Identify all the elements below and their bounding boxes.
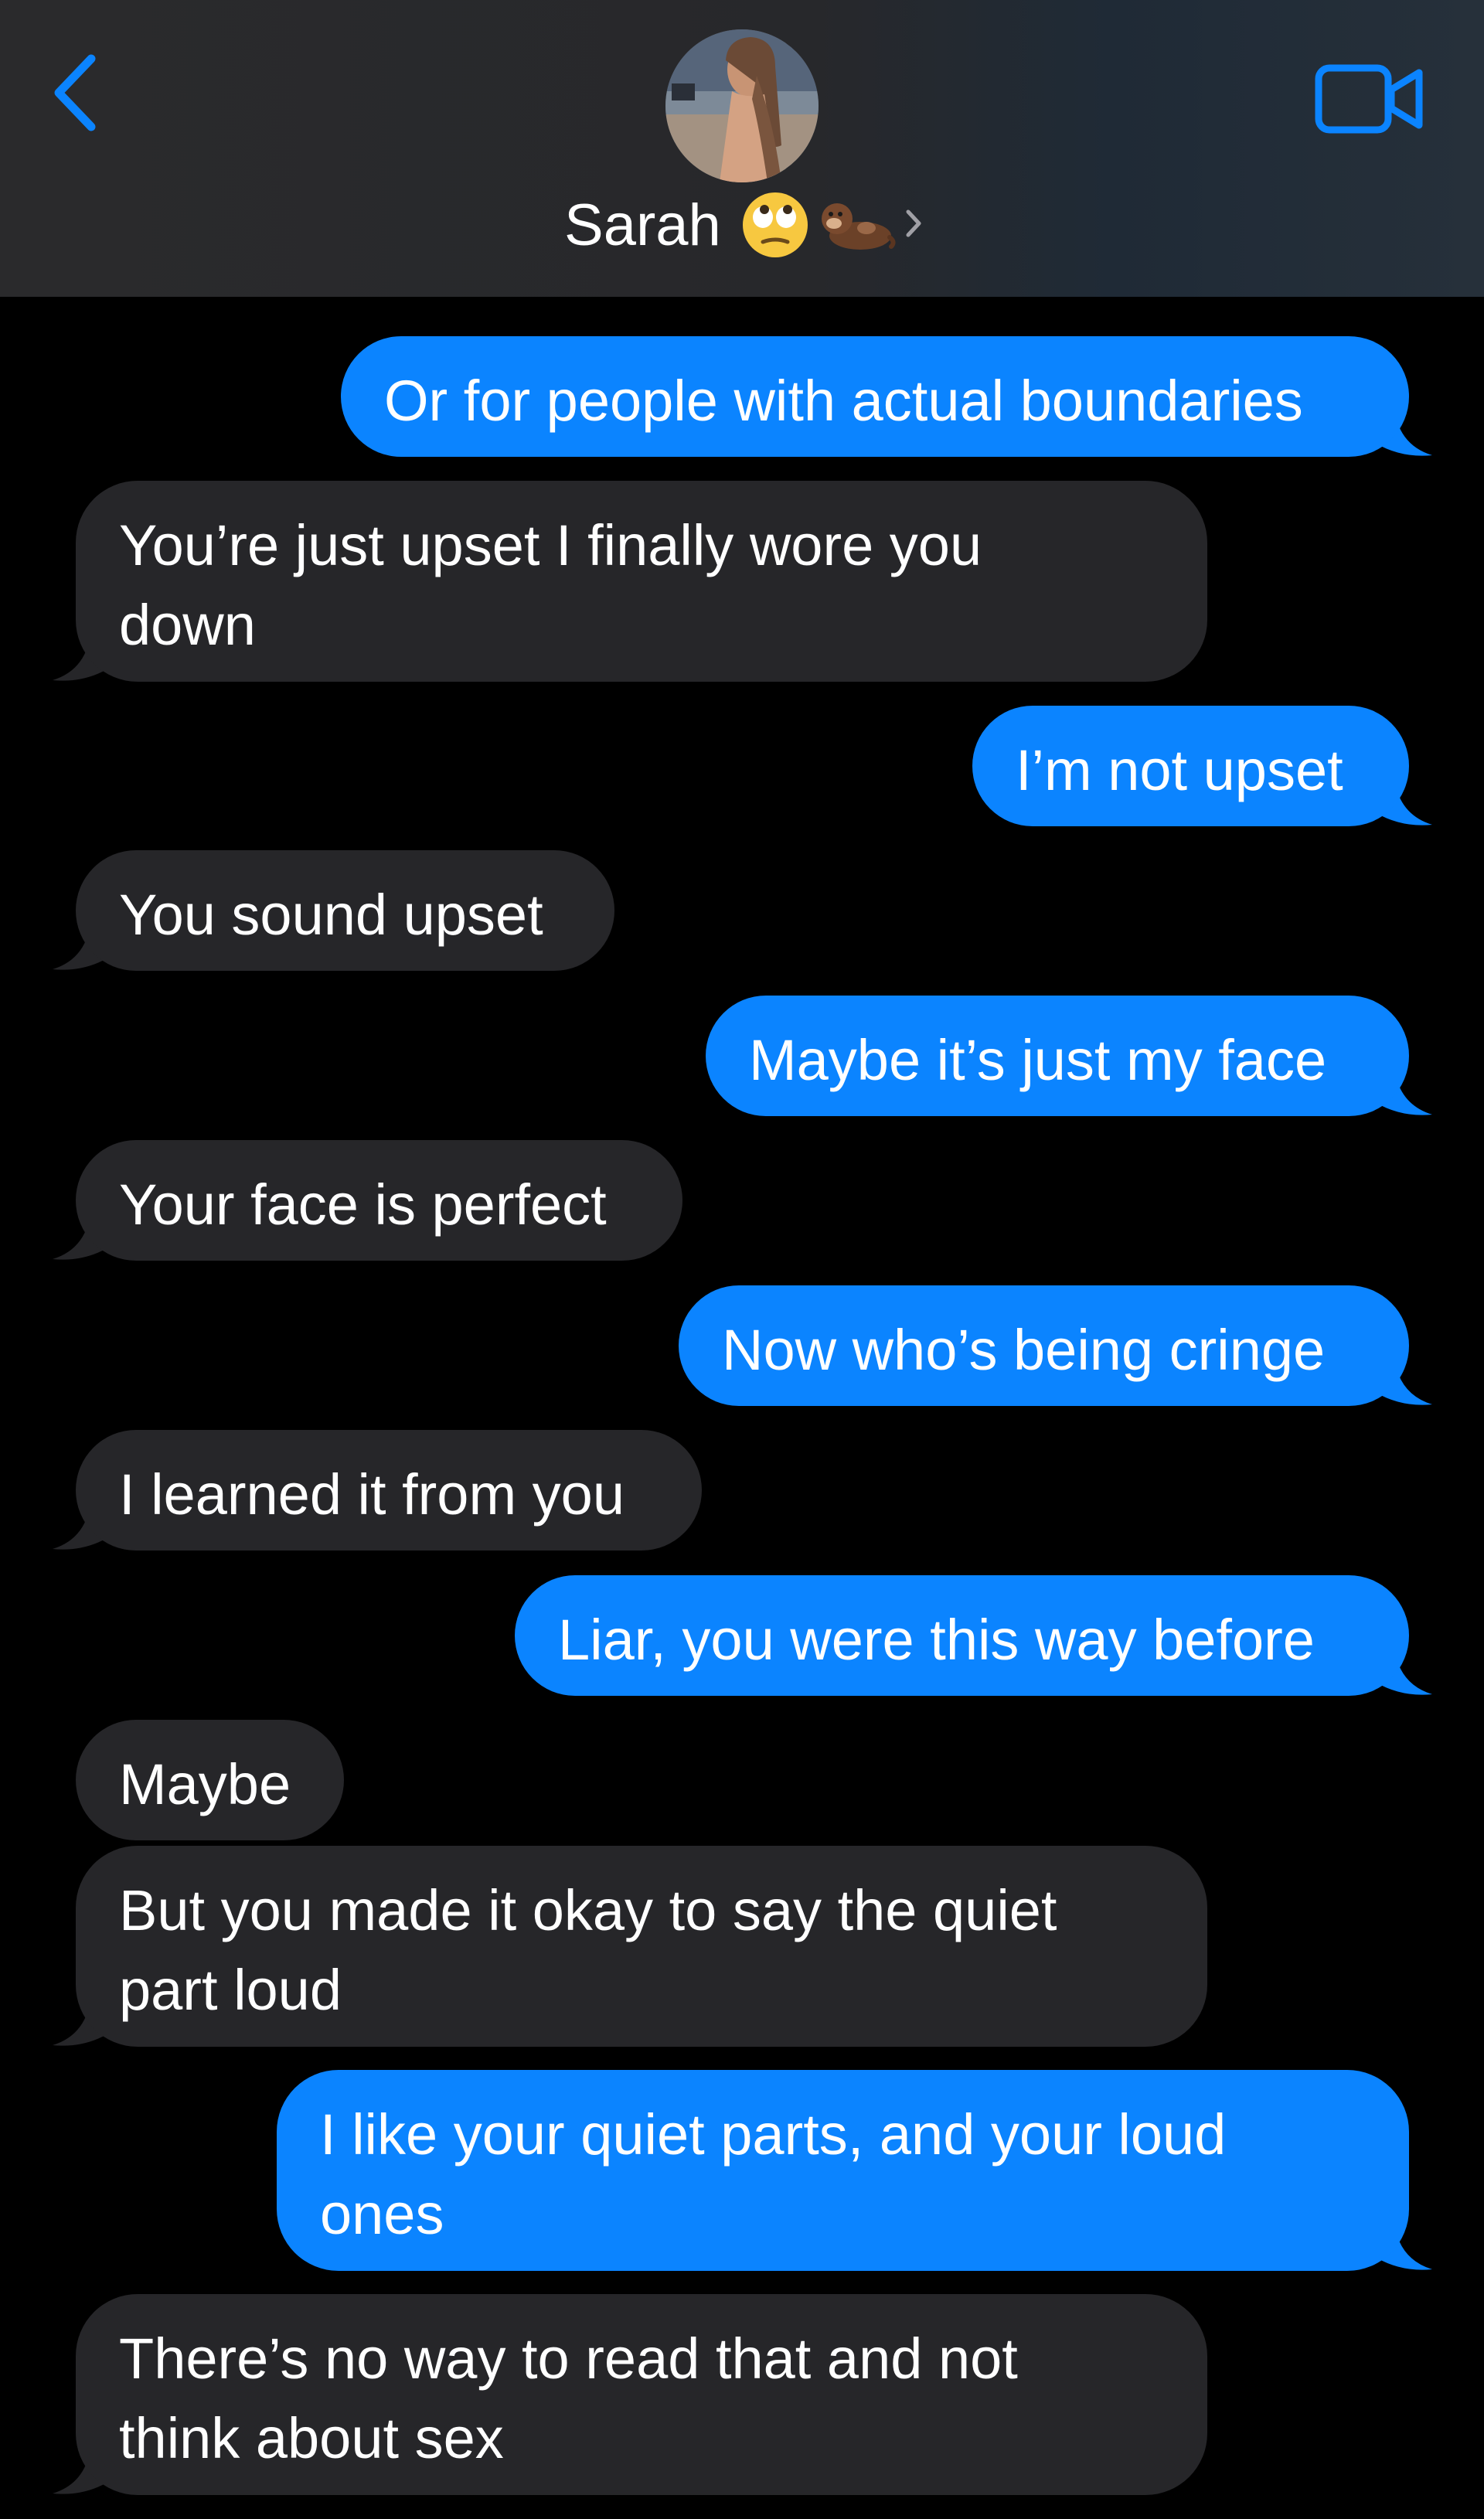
conversation-header: Sarah (0, 0, 1484, 297)
contact-name-button[interactable]: Sarah (564, 190, 925, 260)
outgoing-message-bubble[interactable]: I like your quiet parts, and your loud o… (277, 2070, 1409, 2271)
incoming-message-bubble[interactable]: You sound upset (76, 850, 614, 971)
back-button[interactable] (46, 46, 108, 139)
outgoing-message-bubble[interactable]: Now who’s being cringe (679, 1285, 1409, 1406)
outgoing-message-bubble[interactable]: Liar, you were this way before (515, 1575, 1409, 1696)
outgoing-message-bubble[interactable]: I’m not upset (972, 706, 1409, 826)
avatar-photo (665, 29, 819, 182)
chevron-left-icon (54, 54, 96, 131)
incoming-message-bubble[interactable]: Your face is perfect (76, 1140, 682, 1261)
incoming-message-bubble[interactable]: I learned it from you (76, 1430, 702, 1551)
incoming-message-bubble[interactable]: There’s no way to read that and not thin… (76, 2294, 1207, 2495)
incoming-message-bubble[interactable]: Maybe (76, 1720, 344, 1840)
video-camera-icon (1315, 64, 1423, 134)
contact-emojis (738, 188, 896, 262)
chevron-right-icon (902, 204, 925, 247)
incoming-message-bubble[interactable]: You’re just upset I finally wore you dow… (76, 481, 1207, 682)
contact-avatar[interactable] (665, 29, 819, 182)
outgoing-message-bubble[interactable]: Or for people with actual boundaries (341, 336, 1409, 457)
contact-name: Sarah (564, 192, 721, 258)
outgoing-message-bubble[interactable]: Maybe it’s just my face (706, 996, 1409, 1116)
eye-roll-emoji-icon (742, 192, 808, 257)
video-call-button[interactable] (1314, 62, 1427, 136)
incoming-message-bubble[interactable]: But you made it okay to say the quiet pa… (76, 1846, 1207, 2047)
otter-emoji-icon (822, 203, 896, 250)
